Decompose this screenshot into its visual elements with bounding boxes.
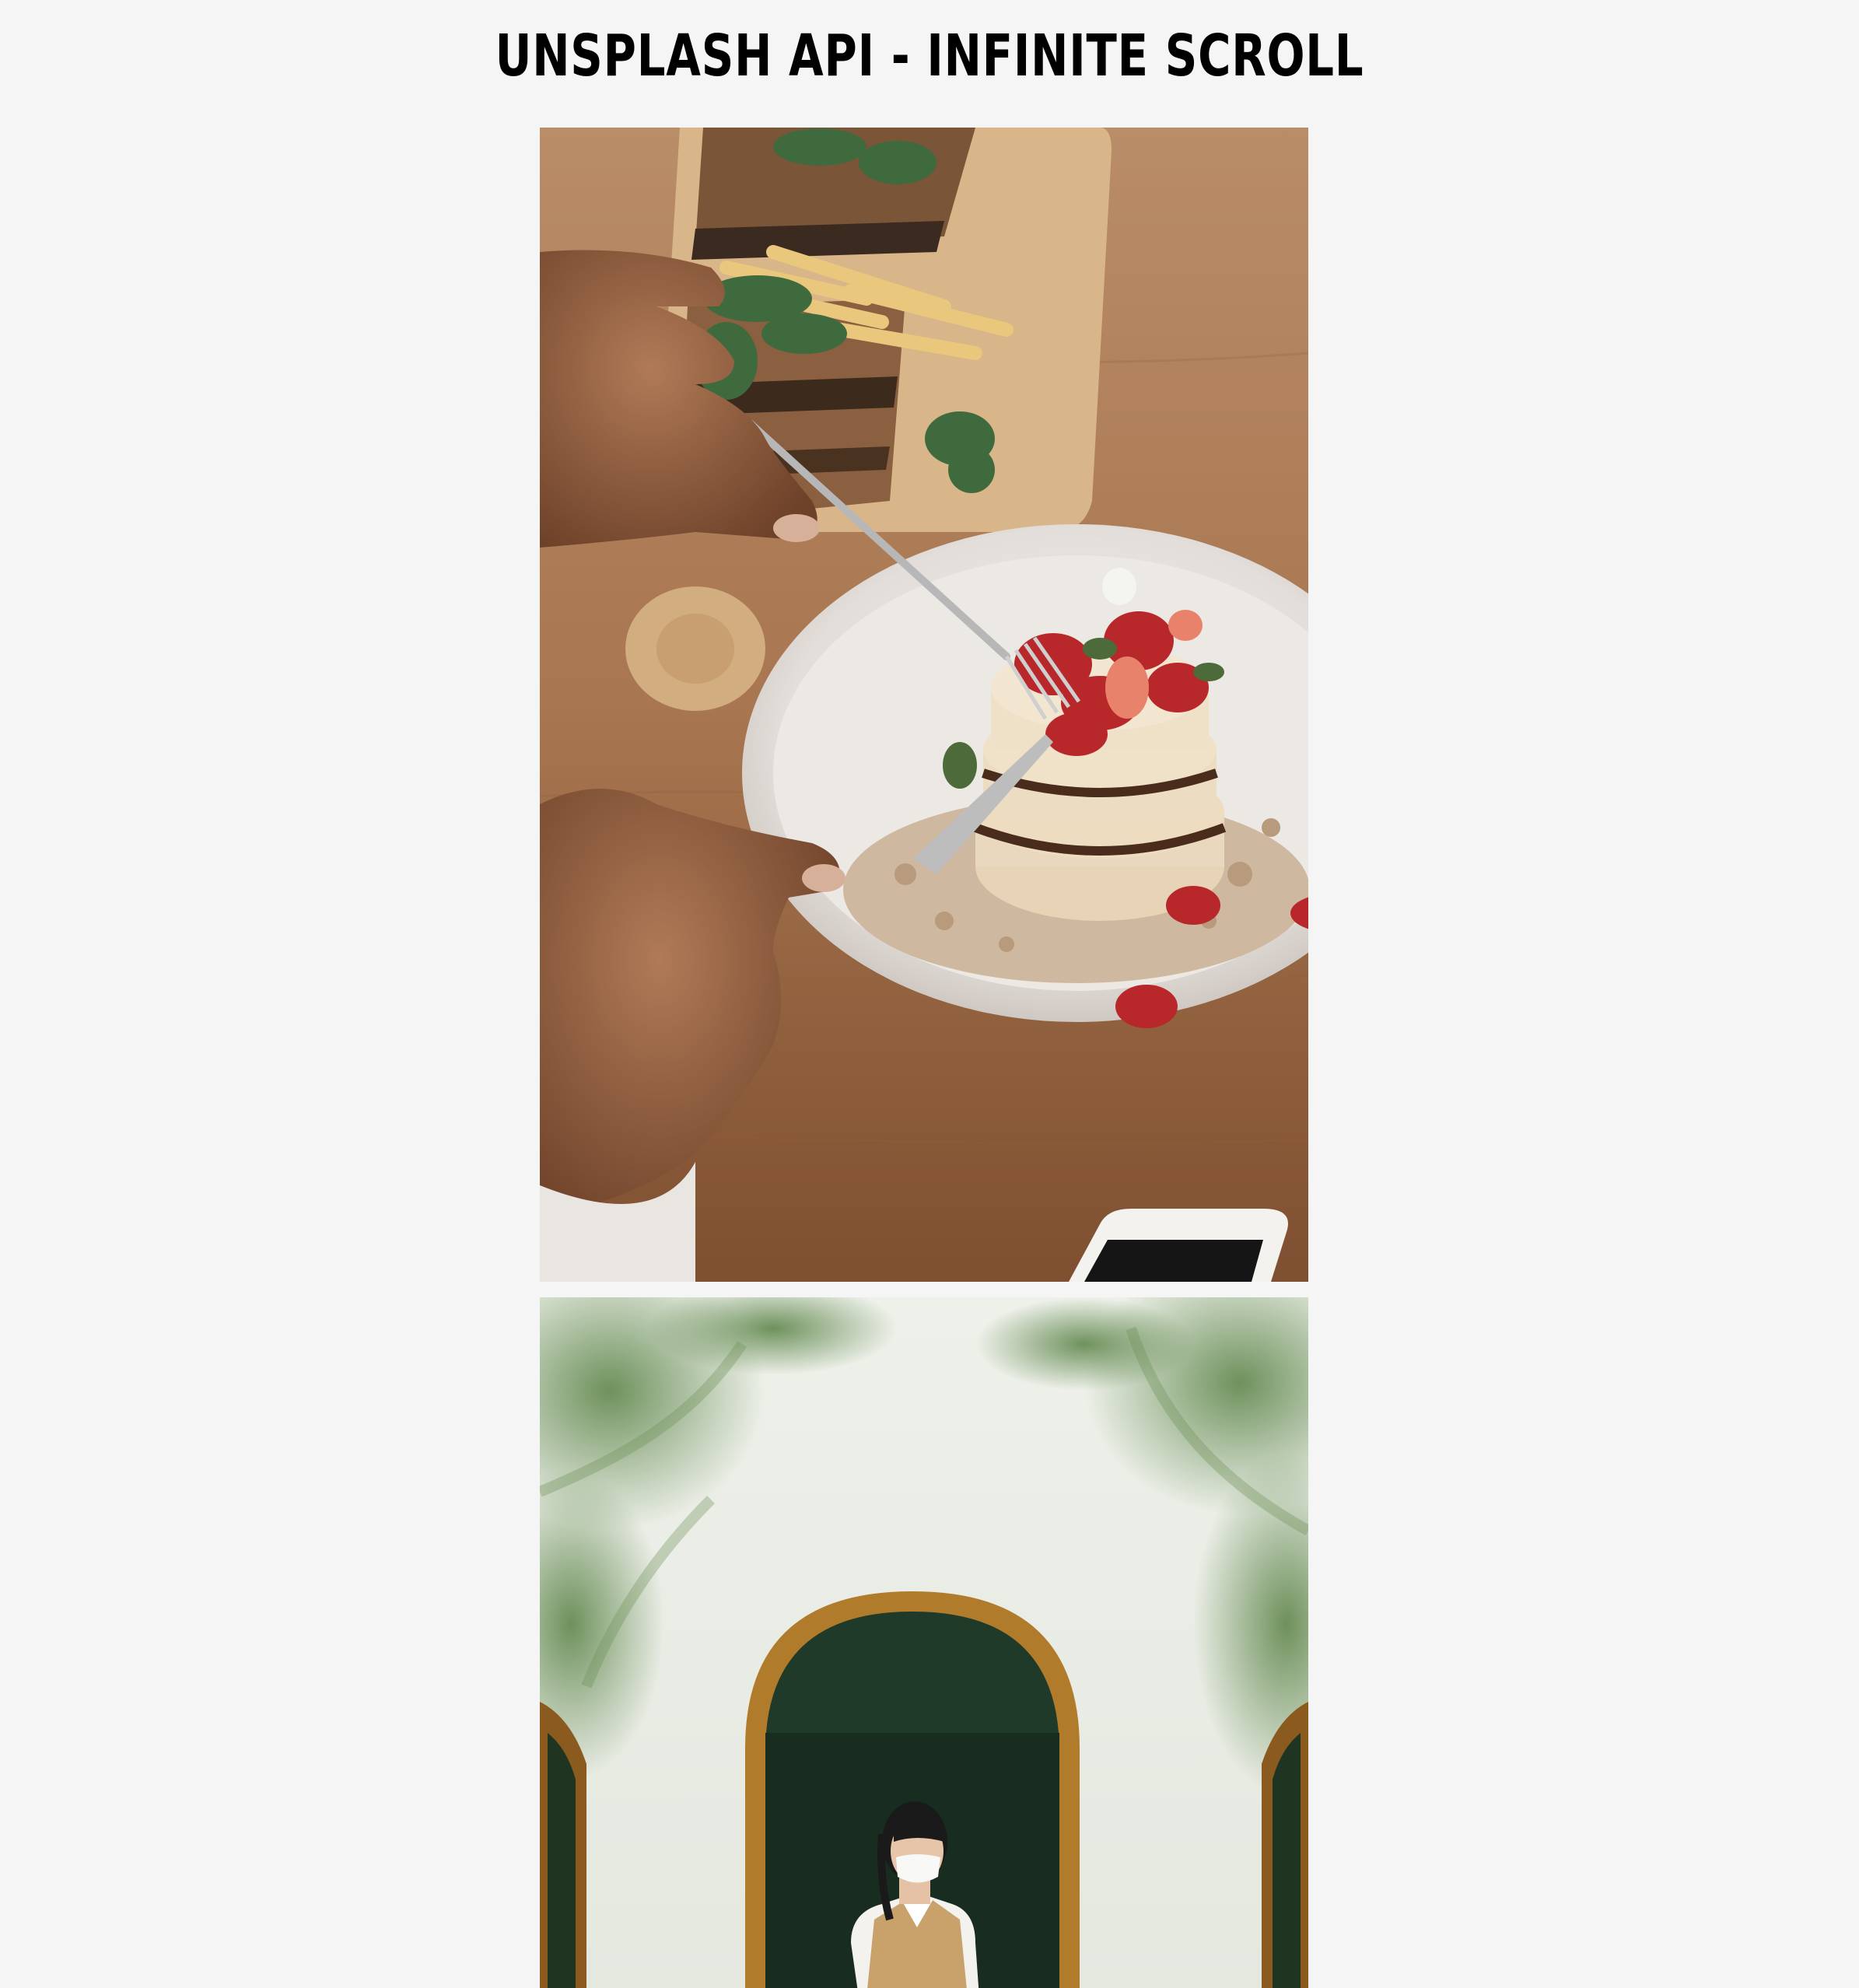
page: Unsplash API - Infinite Scroll: [0, 0, 1859, 1988]
image-container[interactable]: [540, 128, 1308, 1988]
woman-in-arched-doorway-photo: [540, 1297, 1308, 1988]
pancake-stack-with-strawberries-photo: [540, 128, 1308, 1282]
gallery-photo-doorway[interactable]: [540, 1297, 1308, 1988]
page-title: Unsplash API - Infinite Scroll: [495, 23, 1364, 89]
gallery-photo-pancakes[interactable]: [540, 128, 1308, 1282]
